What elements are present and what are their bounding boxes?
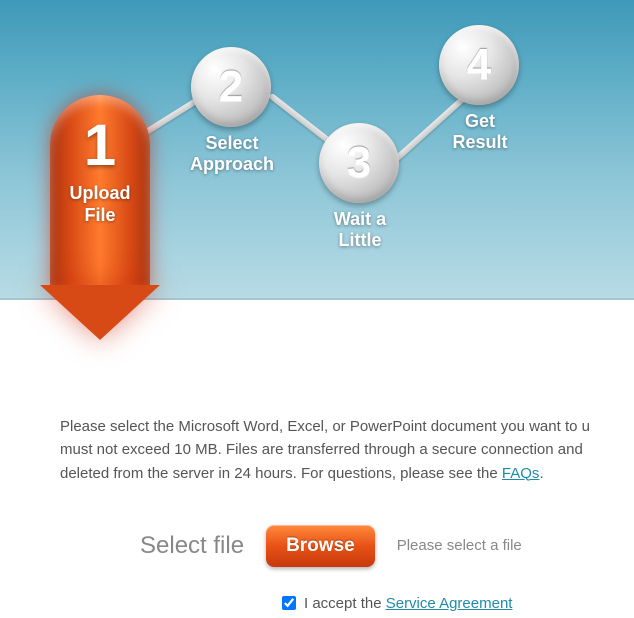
service-agreement-link[interactable]: Service Agreement xyxy=(386,595,513,612)
accept-agreement-checkbox[interactable] xyxy=(282,596,296,610)
instructions-text: Please select the Microsoft Word, Excel,… xyxy=(60,415,634,485)
instructions-line1: Please select the Microsoft Word, Excel,… xyxy=(60,418,590,435)
upload-panel: Please select the Microsoft Word, Excel,… xyxy=(0,300,634,612)
step-1-active: 1 Upload File xyxy=(50,95,150,340)
browse-button[interactable]: Browse xyxy=(266,525,375,567)
step-2-circle: 2 xyxy=(191,47,271,127)
accept-prefix: I accept the xyxy=(304,595,386,612)
instructions-line2: must not exceed 10 MB. Files are transfe… xyxy=(60,441,583,458)
steps-hero: 1 Upload File 2 Select Approach 3 Wait a… xyxy=(0,0,634,300)
step-1-label-l1: Upload xyxy=(70,183,131,203)
step-3-number: 3 xyxy=(347,138,371,188)
faqs-link[interactable]: FAQs xyxy=(502,465,540,482)
instructions-line3-pre: deleted from the server in 24 hours. For… xyxy=(60,465,502,482)
step-4-label-l1: Get xyxy=(465,111,495,131)
instructions-line3-post: . xyxy=(539,465,543,482)
select-file-label: Select file xyxy=(140,532,244,560)
step-2-number: 2 xyxy=(219,62,243,112)
step-3-circle: 3 xyxy=(319,123,399,203)
step-4-circle: 4 xyxy=(439,25,519,105)
file-status-text: Please select a file xyxy=(397,537,522,554)
arrow-down-icon xyxy=(40,285,160,340)
step-4-number: 4 xyxy=(467,40,491,90)
step-1-number: 1 xyxy=(50,117,150,175)
step-3-label-l1: Wait a xyxy=(334,209,386,229)
step-2-label-l2: Approach xyxy=(190,154,274,174)
step-3-label-l2: Little xyxy=(339,230,382,250)
step-2-label-l1: Select xyxy=(205,133,258,153)
step-4-label-l2: Result xyxy=(452,132,507,152)
step-1-label-l2: File xyxy=(84,205,115,225)
